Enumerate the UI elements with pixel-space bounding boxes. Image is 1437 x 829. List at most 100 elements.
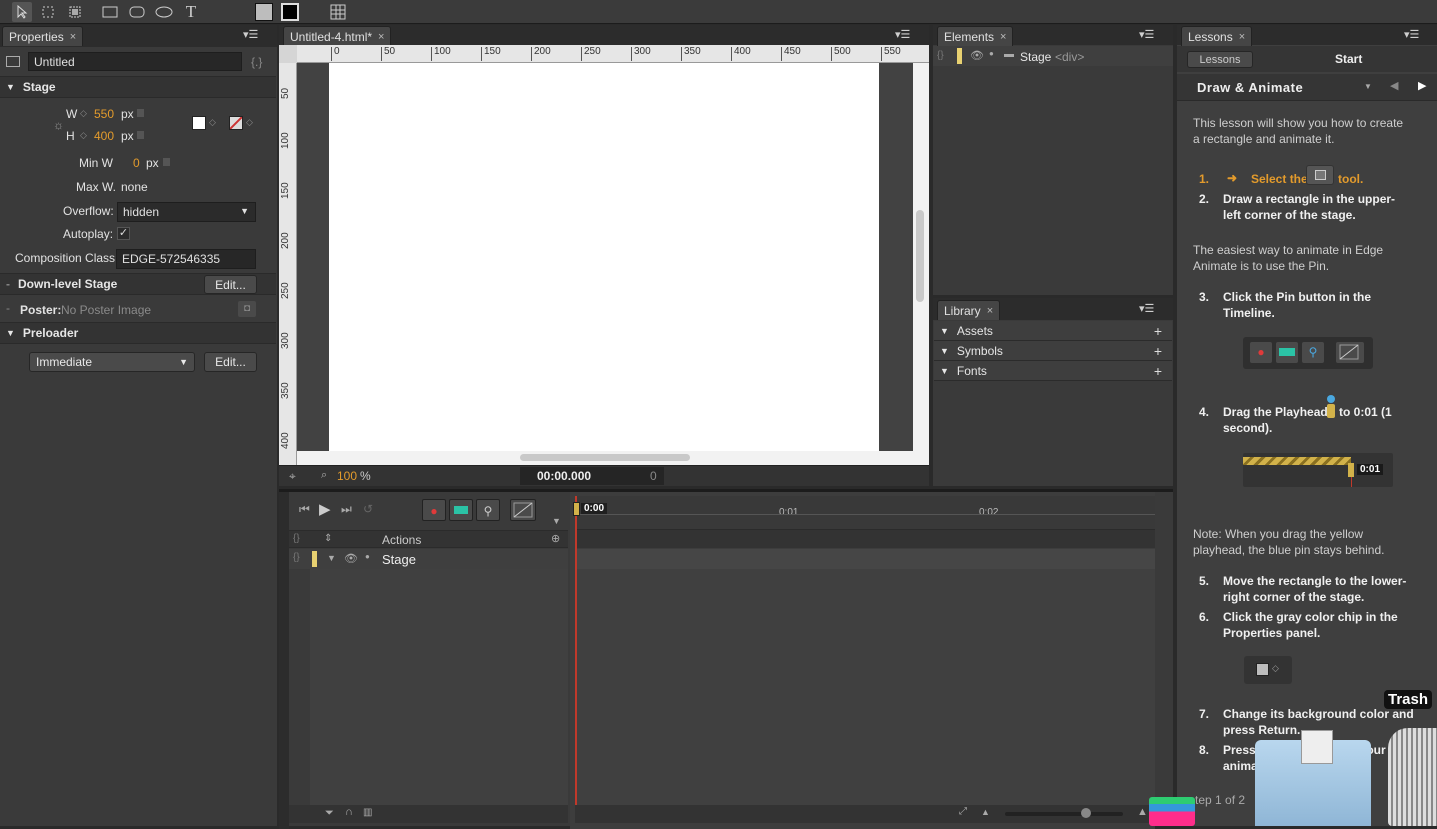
- keyframe-diamond-icon[interactable]: ◇: [246, 117, 253, 128]
- text-tool-icon[interactable]: T: [181, 2, 201, 22]
- easing-icon[interactable]: [510, 499, 536, 521]
- link-icon[interactable]: ☼: [53, 118, 64, 132]
- playhead-handle[interactable]: [573, 502, 580, 516]
- crosshair-icon[interactable]: ⌖: [289, 469, 296, 484]
- zoom-out-icon[interactable]: ▲: [981, 807, 990, 817]
- add-action-icon[interactable]: ⊕: [551, 532, 560, 545]
- add-icon[interactable]: +: [1154, 363, 1162, 379]
- panel-menu-icon[interactable]: ▾☰: [895, 28, 910, 41]
- pin-icon[interactable]: ⚲: [476, 499, 500, 521]
- trash-icon[interactable]: [1388, 728, 1437, 826]
- close-icon[interactable]: ×: [987, 305, 993, 317]
- panel-menu-icon[interactable]: ▾☰: [1139, 302, 1154, 315]
- composition-class-field[interactable]: EDGE-572546335: [116, 249, 256, 269]
- close-icon[interactable]: ×: [378, 31, 384, 43]
- loop-icon[interactable]: ↺: [363, 502, 373, 516]
- dock-app-icon[interactable]: [1149, 797, 1195, 826]
- timeline-zoom-slider[interactable]: [1081, 808, 1091, 818]
- close-icon[interactable]: ×: [1239, 31, 1245, 43]
- ellipse-tool-icon[interactable]: [154, 2, 174, 22]
- panel-menu-icon[interactable]: ▾☰: [1404, 28, 1419, 41]
- tab-document[interactable]: Untitled-4.html* ×: [283, 26, 392, 46]
- fill-swatch-icon[interactable]: [255, 3, 273, 21]
- preloader-select[interactable]: Immediate ▼: [29, 352, 195, 372]
- auto-keyframe-icon[interactable]: ●: [422, 499, 446, 521]
- filter-icon[interactable]: ⏷: [325, 807, 334, 820]
- zoom-value[interactable]: 100: [337, 469, 357, 483]
- autoplay-checkbox[interactable]: ✓: [117, 227, 130, 240]
- keyframe-diamond-icon[interactable]: ◇: [209, 117, 216, 128]
- lessons-back-button[interactable]: Lessons: [1187, 51, 1253, 68]
- close-icon[interactable]: ×: [70, 31, 76, 43]
- library-symbols[interactable]: ▼ Symbols +: [934, 341, 1172, 361]
- keyframe-diamond-icon[interactable]: ◇: [80, 130, 87, 141]
- width-value[interactable]: 550: [94, 107, 114, 121]
- eye-icon[interactable]: 👁: [970, 49, 984, 62]
- magnet-icon[interactable]: ∩: [345, 806, 353, 818]
- rectangle-tool-icon[interactable]: [100, 2, 120, 22]
- collapse-icon[interactable]: ⇕: [324, 533, 332, 544]
- disclosure-icon[interactable]: ▼: [327, 553, 336, 563]
- tab-elements[interactable]: Elements ×: [937, 26, 1014, 46]
- eye-icon[interactable]: 👁: [344, 552, 358, 565]
- elements-row-stage[interactable]: {} 👁 ● ▬ Stage <div>: [933, 46, 1173, 66]
- chevron-down-icon[interactable]: ▼: [552, 516, 561, 526]
- code-braces-icon[interactable]: {.}: [251, 55, 262, 69]
- play-icon[interactable]: ▶: [319, 500, 331, 518]
- name-field[interactable]: Untitled: [28, 52, 242, 71]
- time-display[interactable]: 00:00.000: [537, 469, 591, 483]
- tab-library[interactable]: Library ×: [937, 300, 1001, 320]
- stroke-swatch-icon[interactable]: [281, 3, 299, 21]
- min-width-toggle[interactable]: [163, 158, 170, 166]
- actions-row[interactable]: {} ⇕ Actions ⊕: [289, 530, 568, 548]
- tab-lessons[interactable]: Lessons ×: [1181, 26, 1253, 46]
- keyframe-diamond-icon[interactable]: ◇: [80, 108, 87, 119]
- tab-properties[interactable]: Properties ×: [2, 26, 84, 46]
- select-tool-icon[interactable]: [12, 2, 32, 22]
- height-toggle[interactable]: [137, 131, 144, 139]
- lock-dot-icon[interactable]: ●: [365, 552, 370, 561]
- chevron-down-icon[interactable]: ▼: [1364, 82, 1372, 91]
- zoom-in-icon[interactable]: ▲: [1137, 806, 1148, 818]
- width-toggle[interactable]: [137, 109, 144, 117]
- preloader-edit-button[interactable]: Edit...: [204, 352, 257, 372]
- horizontal-scrollbar[interactable]: [520, 454, 690, 461]
- timeline-vertical-scroll[interactable]: [1156, 530, 1173, 805]
- fit-icon[interactable]: ⤢: [959, 806, 967, 817]
- transform-tool-icon[interactable]: [38, 2, 58, 22]
- background-color-chip[interactable]: [192, 116, 206, 130]
- code-braces-icon[interactable]: {}: [293, 533, 300, 544]
- grid-tool-icon[interactable]: [328, 2, 348, 22]
- max-width-value[interactable]: none: [121, 180, 148, 194]
- code-braces-icon[interactable]: {}: [937, 50, 944, 61]
- min-width-value[interactable]: 0: [133, 156, 140, 170]
- close-icon[interactable]: ×: [1000, 31, 1006, 43]
- lock-dot-icon[interactable]: ●: [989, 49, 994, 58]
- gradient-chip[interactable]: [229, 116, 243, 130]
- timeline-ruler[interactable]: 0:01 0:02: [575, 496, 1155, 530]
- lesson-title[interactable]: Draw & Animate: [1197, 80, 1303, 95]
- panel-menu-icon[interactable]: ▾☰: [1139, 28, 1154, 41]
- camera-icon[interactable]: ◘: [238, 301, 256, 317]
- grid-icon[interactable]: ▥: [363, 807, 372, 818]
- height-value[interactable]: 400: [94, 129, 114, 143]
- folder-icon[interactable]: [1255, 730, 1371, 826]
- go-to-start-icon[interactable]: ⏮: [299, 502, 310, 517]
- code-braces-icon[interactable]: {}: [293, 552, 300, 563]
- library-fonts[interactable]: ▼ Fonts +: [934, 361, 1172, 381]
- auto-transition-icon[interactable]: [449, 499, 473, 521]
- preloader-section[interactable]: ▼ Preloader: [0, 322, 276, 344]
- next-lesson-icon[interactable]: ▶: [1418, 79, 1426, 92]
- go-to-end-icon[interactable]: ⏭: [341, 502, 352, 517]
- panel-menu-icon[interactable]: ▾☰: [243, 28, 258, 41]
- overflow-select[interactable]: hidden ▼: [117, 202, 256, 222]
- stage-canvas[interactable]: [329, 63, 879, 451]
- add-icon[interactable]: +: [1154, 343, 1162, 359]
- vertical-scrollbar[interactable]: [916, 210, 924, 302]
- library-assets[interactable]: ▼ Assets +: [934, 321, 1172, 341]
- down-level-edit-button[interactable]: Edit...: [204, 275, 257, 294]
- crop-tool-icon[interactable]: [65, 2, 85, 22]
- add-icon[interactable]: +: [1154, 323, 1162, 339]
- stage-timeline-row[interactable]: {} ▼ 👁 ● Stage: [289, 549, 568, 569]
- previous-lesson-icon[interactable]: ◀: [1390, 79, 1398, 92]
